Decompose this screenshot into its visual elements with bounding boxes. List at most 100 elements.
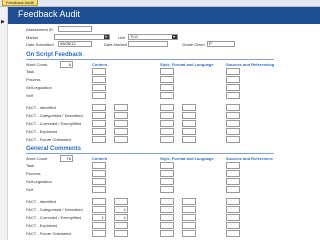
score-field[interactable] (92, 68, 106, 75)
score-field[interactable] (114, 112, 128, 119)
score-field[interactable] (226, 112, 240, 119)
score-field[interactable] (114, 104, 128, 111)
score-field[interactable] (92, 76, 106, 83)
score-field[interactable] (160, 186, 174, 193)
unit-select[interactable]: TLG (128, 34, 178, 40)
score-field[interactable] (226, 198, 240, 205)
chevron-down-icon[interactable] (104, 35, 109, 39)
score-field[interactable] (160, 92, 174, 99)
chevron-down-icon[interactable] (172, 35, 177, 39)
score-field[interactable] (92, 170, 106, 177)
score-field[interactable] (226, 84, 240, 91)
score-field[interactable] (226, 186, 240, 193)
score-field[interactable] (182, 206, 196, 213)
row-label: FACT - Identified (26, 105, 56, 110)
date-marked-field[interactable] (128, 41, 168, 47)
score-field[interactable] (182, 214, 196, 221)
assessment-id-field[interactable] (58, 26, 92, 32)
score-field[interactable] (160, 68, 174, 75)
score-field[interactable] (160, 104, 174, 111)
score-field[interactable] (160, 120, 174, 127)
score-field[interactable] (114, 120, 128, 127)
row-label: Task (26, 163, 35, 168)
score-field[interactable] (92, 104, 106, 111)
score-field[interactable] (160, 128, 174, 135)
row-label: Self-regulation (26, 85, 52, 90)
score-field[interactable] (92, 84, 106, 91)
score-field[interactable] (226, 214, 240, 221)
score-field[interactable]: 1 (114, 206, 128, 213)
word-count-field[interactable]: 76 (60, 155, 73, 162)
score-field[interactable] (160, 214, 174, 221)
score-field[interactable] (160, 170, 174, 177)
score-field[interactable] (226, 120, 240, 127)
grade-given-label: Grade Given (182, 42, 205, 47)
score-field[interactable] (92, 206, 106, 213)
score-field[interactable] (182, 222, 196, 229)
score-field[interactable] (182, 230, 196, 237)
score-field[interactable] (160, 76, 174, 83)
word-count-label: Word Count (26, 62, 48, 67)
score-field[interactable] (226, 92, 240, 99)
record-selector-icon[interactable]: ▶ (1, 20, 5, 25)
word-count-field[interactable]: 6 (60, 61, 73, 68)
score-field[interactable] (226, 230, 240, 237)
score-field[interactable] (182, 112, 196, 119)
score-field[interactable] (226, 162, 240, 169)
score-field[interactable]: 1 (92, 214, 106, 221)
score-field[interactable] (92, 230, 106, 237)
score-field[interactable] (160, 178, 174, 185)
word-count-label: Word Count (26, 156, 48, 161)
score-field[interactable] (92, 120, 106, 127)
score-field[interactable] (160, 84, 174, 91)
score-field[interactable] (182, 120, 196, 127)
row-label: FACT - Corrected / Exemplified (26, 121, 82, 126)
score-field[interactable] (114, 136, 128, 143)
row-label: FACT - Categorised / Described (26, 207, 83, 212)
grade-given-field[interactable]: P (207, 41, 235, 47)
score-field[interactable] (226, 206, 240, 213)
score-field[interactable] (92, 198, 106, 205)
score-field[interactable] (160, 230, 174, 237)
score-field[interactable] (92, 136, 106, 143)
score-field[interactable] (226, 68, 240, 75)
marker-select[interactable] (54, 34, 110, 40)
score-field[interactable] (114, 222, 128, 229)
score-field[interactable] (92, 222, 106, 229)
score-field[interactable] (92, 186, 106, 193)
row-label: Self (26, 187, 33, 192)
score-field[interactable] (226, 178, 240, 185)
record-selector-bar[interactable]: ▶ (0, 7, 8, 240)
score-field[interactable]: 1 (114, 214, 128, 221)
score-field[interactable] (160, 136, 174, 143)
score-field[interactable] (92, 178, 106, 185)
score-field[interactable] (226, 136, 240, 143)
score-field[interactable] (226, 128, 240, 135)
score-field[interactable] (92, 92, 106, 99)
score-field[interactable] (114, 128, 128, 135)
score-field[interactable] (92, 128, 106, 135)
score-field[interactable] (226, 222, 240, 229)
score-field[interactable] (226, 104, 240, 111)
score-field[interactable] (160, 198, 174, 205)
score-field[interactable] (182, 198, 196, 205)
unit-value: TLG (130, 34, 138, 39)
score-field[interactable] (114, 198, 128, 205)
score-field[interactable] (160, 162, 174, 169)
date-submitted-field[interactable]: 06/06/12 (58, 41, 92, 47)
score-field[interactable] (92, 112, 106, 119)
score-field[interactable] (226, 76, 240, 83)
score-field[interactable] (92, 162, 106, 169)
score-field[interactable] (160, 222, 174, 229)
score-field[interactable] (182, 128, 196, 135)
tab-feedback-audit[interactable]: Feedback Audit (2, 0, 38, 6)
row-label: FACT - Explained (26, 129, 58, 134)
score-field[interactable] (182, 136, 196, 143)
column-header: Style, Format and Language (160, 62, 214, 67)
score-field[interactable] (160, 112, 174, 119)
score-field[interactable] (182, 104, 196, 111)
score-field[interactable] (160, 206, 174, 213)
score-field[interactable] (226, 170, 240, 177)
date-marked-label: Date Marked (104, 42, 127, 47)
score-field[interactable] (114, 230, 128, 237)
